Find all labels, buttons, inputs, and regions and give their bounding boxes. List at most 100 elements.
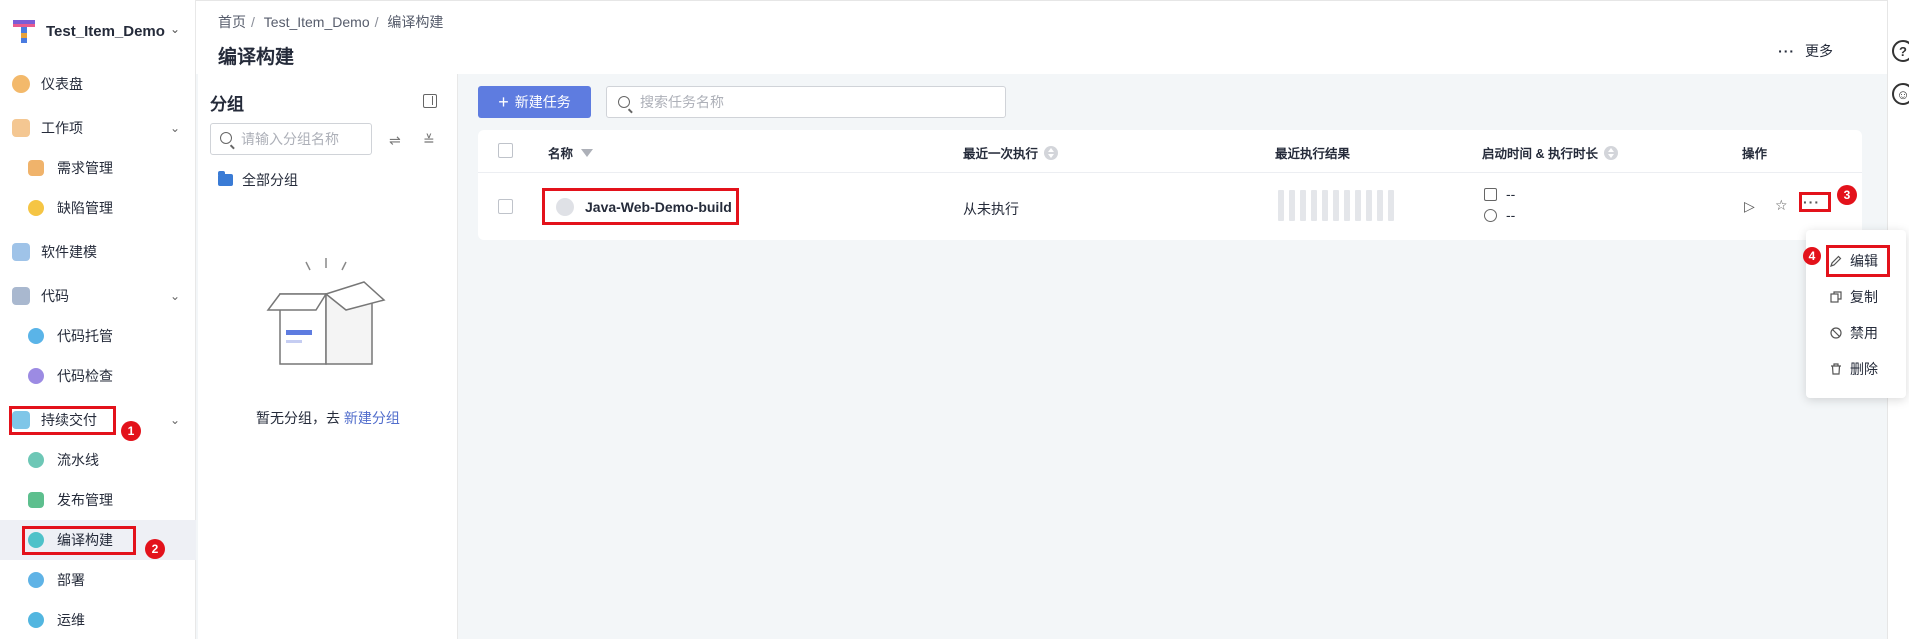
calendar-icon	[1484, 188, 1497, 201]
search-icon	[618, 96, 630, 108]
feedback-smile-icon[interactable]: ☺	[1892, 83, 1909, 105]
filter-icon[interactable]	[581, 148, 594, 157]
menu-item-disable[interactable]: 禁用	[1806, 318, 1906, 348]
menu-item-copy[interactable]: 复制	[1806, 282, 1906, 312]
sidebar-item-deploy[interactable]: 部署	[0, 560, 196, 600]
group-search-input[interactable]: 请输入分组名称	[210, 123, 372, 155]
group-title: 分组	[210, 95, 244, 114]
sidebar-item-label: 缺陷管理	[57, 200, 113, 216]
sidebar-item-code-hosting[interactable]: 代码托管	[0, 316, 196, 356]
select-all-checkbox[interactable]	[498, 143, 513, 158]
header-actions: 操作	[1742, 143, 1767, 162]
create-group-link[interactable]: 新建分组	[344, 410, 400, 426]
sort-icon[interactable]	[1603, 145, 1618, 160]
header-name: 名称	[548, 143, 594, 162]
highlight-box	[9, 406, 116, 435]
collapse-all-icon[interactable]: ≚	[423, 132, 435, 149]
breadcrumb-home[interactable]: 首页	[218, 14, 246, 30]
collapse-panel-icon[interactable]	[423, 94, 437, 108]
sidebar-item-label: 需求管理	[57, 160, 113, 176]
ops-icon	[28, 612, 44, 628]
annotation-badge: 1	[121, 421, 141, 441]
highlight-box	[1826, 245, 1890, 277]
sidebar: Test_Item_Demo ⌄ 仪表盘 工作项 ⌄ 需求管理 缺陷管理 软件建…	[0, 0, 196, 639]
sidebar-item-dashboard[interactable]: 仪表盘	[0, 64, 196, 104]
new-task-button[interactable]: + 新建任务	[478, 86, 591, 118]
page-title: 编译构建	[218, 47, 295, 68]
sidebar-item-release[interactable]: 发布管理	[0, 480, 196, 520]
breadcrumb: 首页 / Test_Item_Demo / 编译构建	[218, 14, 444, 30]
header-last-exec-label: 最近一次执行	[963, 147, 1039, 161]
more-button[interactable]: ··· 更多	[1778, 41, 1833, 61]
sidebar-item-modeling[interactable]: 软件建模	[0, 232, 196, 272]
project-switcher[interactable]: Test_Item_Demo ⌄	[0, 0, 196, 62]
all-groups-label: 全部分组	[242, 172, 298, 188]
star-icon[interactable]: ☆	[1775, 197, 1788, 214]
requirement-icon	[28, 160, 44, 176]
project-logo-icon	[12, 18, 36, 44]
sidebar-item-label: 流水线	[57, 452, 99, 468]
chevron-down-icon[interactable]: ⌄	[170, 121, 180, 135]
last-exec-cell: 从未执行	[963, 201, 1019, 217]
bug-icon	[28, 200, 44, 216]
folder-icon	[218, 171, 233, 186]
sidebar-item-label: 代码	[41, 288, 69, 304]
header-last-result-label: 最近执行结果	[1275, 147, 1351, 161]
project-name: Test_Item_Demo	[46, 22, 165, 40]
sidebar-item-pipeline[interactable]: 流水线	[0, 440, 196, 480]
row-checkbox[interactable]	[498, 199, 513, 214]
sidebar-item-label: 软件建模	[41, 244, 97, 260]
sidebar-item-requirements[interactable]: 需求管理	[0, 148, 196, 188]
sidebar-item-code-check[interactable]: 代码检查	[0, 356, 196, 396]
divider	[478, 172, 1862, 173]
chevron-down-icon[interactable]: ⌄	[170, 413, 180, 427]
dashboard-icon	[12, 75, 30, 93]
more-actions-menu: 编辑 复制 禁用 删除 4	[1803, 230, 1906, 398]
more-dots-icon: ···	[1778, 43, 1796, 59]
help-icon[interactable]: ?	[1892, 40, 1909, 62]
task-search-input[interactable]: 搜索任务名称	[606, 86, 1006, 118]
sort-icon[interactable]	[1044, 145, 1059, 160]
highlight-box	[542, 188, 739, 225]
plus-icon: +	[498, 92, 509, 112]
chevron-down-icon[interactable]: ⌄	[170, 289, 180, 303]
chevron-down-icon[interactable]: ⌄	[170, 22, 180, 36]
clock-icon	[1484, 209, 1497, 222]
sidebar-item-label: 仪表盘	[41, 76, 83, 92]
empty-group-message: 暂无分组，去 新建分组	[256, 408, 400, 428]
menu-item-delete[interactable]: 删除	[1806, 354, 1906, 384]
annotation-badge: 3	[1837, 185, 1857, 205]
task-search-placeholder: 搜索任务名称	[640, 94, 724, 110]
deploy-icon	[28, 572, 44, 588]
copy-icon	[1830, 291, 1842, 303]
page-header: 首页 / Test_Item_Demo / 编译构建 编译构建 ··· 更多	[196, 0, 1909, 74]
code-hosting-icon	[28, 328, 44, 344]
pipeline-icon	[28, 452, 44, 468]
empty-text: 暂无分组，去	[256, 410, 340, 426]
menu-item-label: 复制	[1850, 289, 1878, 305]
start-time-value: --	[1506, 186, 1516, 202]
sidebar-item-label: 工作项	[41, 120, 83, 136]
run-icon[interactable]: ▷	[1744, 198, 1755, 215]
sidebar-item-defects[interactable]: 缺陷管理	[0, 188, 196, 228]
annotation-badge: 2	[145, 539, 165, 559]
result-history-bars	[1278, 190, 1394, 221]
highlight-box	[1799, 192, 1831, 212]
header-last-exec[interactable]: 最近一次执行	[963, 143, 1059, 162]
header-last-result: 最近执行结果	[1275, 143, 1350, 162]
trash-icon	[1831, 363, 1841, 375]
sidebar-item-workitems[interactable]: 工作项 ⌄	[0, 108, 196, 148]
release-icon	[28, 492, 44, 508]
modeling-icon	[12, 243, 30, 261]
all-groups-item[interactable]: 全部分组	[218, 170, 298, 190]
filter-settings-icon[interactable]: ⇌	[389, 132, 401, 149]
sidebar-item-label: 发布管理	[57, 492, 113, 508]
sidebar-item-label: 运维	[57, 612, 85, 628]
sidebar-item-label: 代码托管	[57, 328, 113, 344]
sidebar-item-ops[interactable]: 运维	[0, 600, 196, 639]
breadcrumb-project[interactable]: Test_Item_Demo	[264, 14, 370, 30]
group-panel: 分组 请输入分组名称 ⇌ ≚ 全部分组 暂无分组，去 新建分组	[198, 74, 458, 639]
menu-item-label: 删除	[1850, 361, 1878, 377]
header-start-duration[interactable]: 启动时间 & 执行时长	[1482, 143, 1618, 162]
sidebar-item-code[interactable]: 代码 ⌄	[0, 276, 196, 316]
